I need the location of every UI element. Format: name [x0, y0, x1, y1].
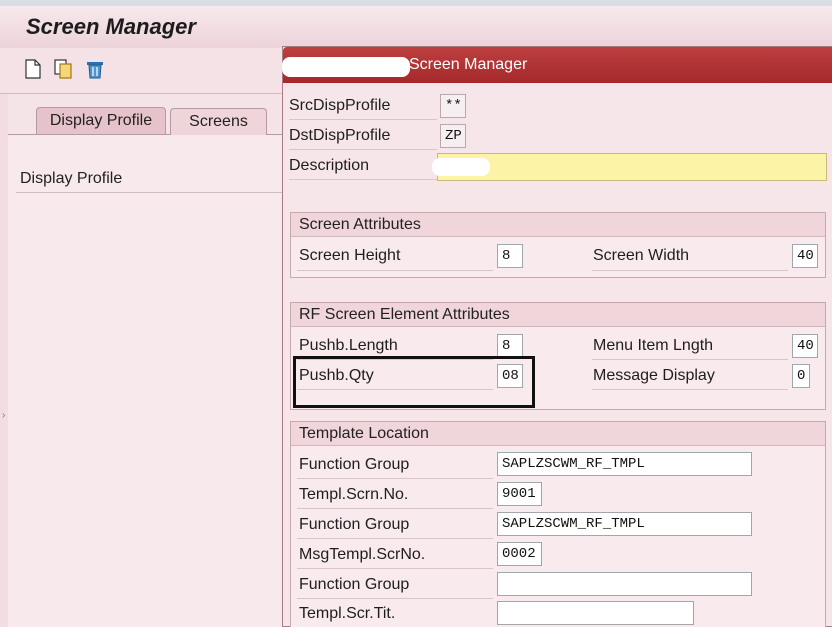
message-display-label: Message Display: [593, 367, 715, 384]
annotation-highlight-box: [293, 356, 535, 408]
dialog-title: Screen Manager: [409, 56, 528, 73]
divider: [16, 192, 286, 193]
dst-disp-profile-label: DstDispProfile: [289, 127, 391, 144]
function-group-label: Function Group: [299, 456, 410, 473]
group-header: Screen Attributes: [291, 213, 825, 237]
divider: [289, 119, 437, 120]
tab-panel: [8, 134, 288, 627]
menu-item-length-label: Menu Item Lngth: [593, 337, 714, 354]
new-document-icon[interactable]: [22, 58, 44, 80]
group-header: Template Location: [291, 422, 825, 446]
rf-element-attributes-title: RF Screen Element Attributes: [299, 306, 510, 323]
screen-attributes-group: Screen Attributes: [290, 212, 826, 278]
group-header: RF Screen Element Attributes: [291, 303, 825, 327]
screen-width-label: Screen Width: [593, 247, 690, 264]
tab-display-profile[interactable]: Display Profile: [36, 107, 166, 134]
src-disp-profile-label: SrcDispProfile: [289, 97, 391, 114]
window-title-bar: Screen Manager: [0, 0, 832, 48]
dst-disp-profile-field[interactable]: ZP: [440, 124, 466, 148]
window-title: Screen Manager: [26, 14, 196, 39]
divider: [592, 270, 788, 271]
src-disp-profile-field[interactable]: **: [440, 94, 466, 118]
divider: [297, 598, 493, 599]
msg-templ-scrno-field[interactable]: 0002: [497, 542, 542, 566]
template-location-title: Template Location: [299, 425, 429, 442]
function-group-field[interactable]: SAPLZSCWM_RF_TMPL: [497, 452, 752, 476]
divider: [297, 538, 493, 539]
screen-height-field[interactable]: 8: [497, 244, 523, 268]
divider: [289, 149, 437, 150]
pushb-length-field[interactable]: 8: [497, 334, 523, 358]
screen-height-label: Screen Height: [299, 247, 401, 264]
templ-scrn-no-field[interactable]: 9001: [497, 482, 542, 506]
msg-templ-scrno-label: MsgTempl.ScrNo.: [299, 546, 426, 563]
function-group-label: Function Group: [299, 576, 410, 593]
splitter-handle-icon[interactable]: ›: [2, 410, 5, 421]
redacted-area: [282, 57, 410, 77]
screen-width-field[interactable]: 40: [792, 244, 818, 268]
divider: [592, 359, 788, 360]
divider: [289, 179, 437, 180]
templ-scr-tit-label: Templ.Scr.Tit.: [299, 605, 396, 622]
function-group-label: Function Group: [299, 516, 410, 533]
tab-screens[interactable]: Screens: [170, 108, 267, 135]
function-group-field[interactable]: [497, 572, 752, 596]
description-label: Description: [289, 157, 370, 174]
divider: [297, 478, 493, 479]
divider: [297, 568, 493, 569]
divider: [592, 389, 788, 390]
description-field[interactable]: [437, 153, 827, 181]
function-group-field[interactable]: SAPLZSCWM_RF_TMPL: [497, 512, 752, 536]
templ-scrn-no-label: Templ.Scrn.No.: [299, 486, 409, 503]
menu-item-length-field[interactable]: 40: [792, 334, 818, 358]
templ-scr-tit-field[interactable]: [497, 601, 694, 625]
divider: [297, 270, 493, 271]
pushb-length-label: Pushb.Length: [299, 337, 398, 354]
delete-icon[interactable]: [84, 58, 106, 80]
divider: [297, 508, 493, 509]
redacted-area: [432, 158, 490, 176]
message-display-field[interactable]: 0: [792, 364, 810, 388]
display-profile-label: Display Profile: [20, 170, 123, 187]
screen-attributes-title: Screen Attributes: [299, 216, 421, 233]
copy-icon[interactable]: [52, 58, 74, 80]
